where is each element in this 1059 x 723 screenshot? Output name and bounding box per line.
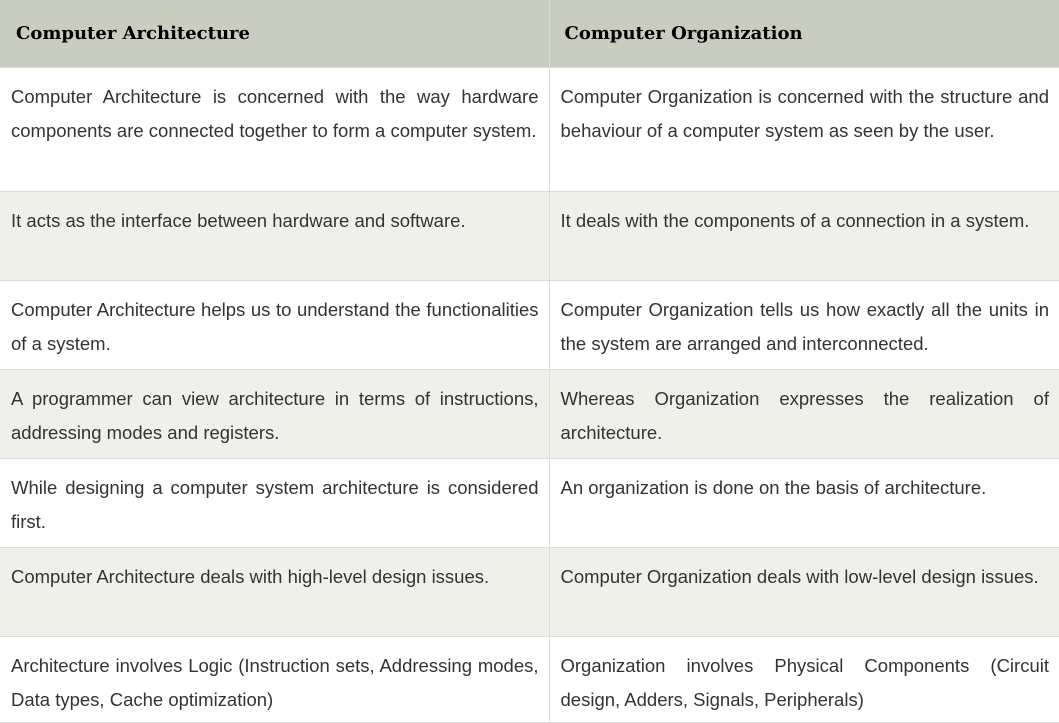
table-row: While designing a computer system archit… xyxy=(0,457,1059,548)
table-row: Architecture involves Logic (Instruction… xyxy=(0,635,1059,723)
architecture-cell: While designing a computer system archit… xyxy=(0,457,550,548)
table-row: Computer Architecture deals with high-le… xyxy=(0,546,1059,637)
architecture-cell: A programmer can view architecture in te… xyxy=(0,368,550,459)
comparison-table: Computer Architecture Computer Organizat… xyxy=(0,0,1059,723)
organization-cell: Whereas Organization expresses the reali… xyxy=(548,368,1059,459)
header-row: Computer Architecture Computer Organizat… xyxy=(0,0,1059,68)
organization-cell: Computer Organization deals with low-lev… xyxy=(548,546,1059,637)
architecture-cell: Computer Architecture is concerned with … xyxy=(0,66,550,192)
architecture-cell: Architecture involves Logic (Instruction… xyxy=(0,635,550,723)
table-row: Computer Architecture is concerned with … xyxy=(0,66,1059,192)
table-row: A programmer can view architecture in te… xyxy=(0,368,1059,459)
organization-cell: Computer Organization is concerned with … xyxy=(548,66,1059,192)
architecture-cell: Computer Architecture deals with high-le… xyxy=(0,546,550,637)
architecture-cell: It acts as the interface between hardwar… xyxy=(0,190,550,281)
organization-cell: It deals with the components of a connec… xyxy=(548,190,1059,281)
architecture-cell: Computer Architecture helps us to unders… xyxy=(0,279,550,370)
organization-cell: An organization is done on the basis of … xyxy=(548,457,1059,548)
table-row: Computer Architecture helps us to unders… xyxy=(0,279,1059,370)
organization-cell: Organization involves Physical Component… xyxy=(548,635,1059,723)
header-computer-architecture: Computer Architecture xyxy=(0,0,550,68)
table-row: It acts as the interface between hardwar… xyxy=(0,190,1059,281)
header-computer-organization: Computer Organization xyxy=(549,0,1059,68)
organization-cell: Computer Organization tells us how exact… xyxy=(548,279,1059,370)
